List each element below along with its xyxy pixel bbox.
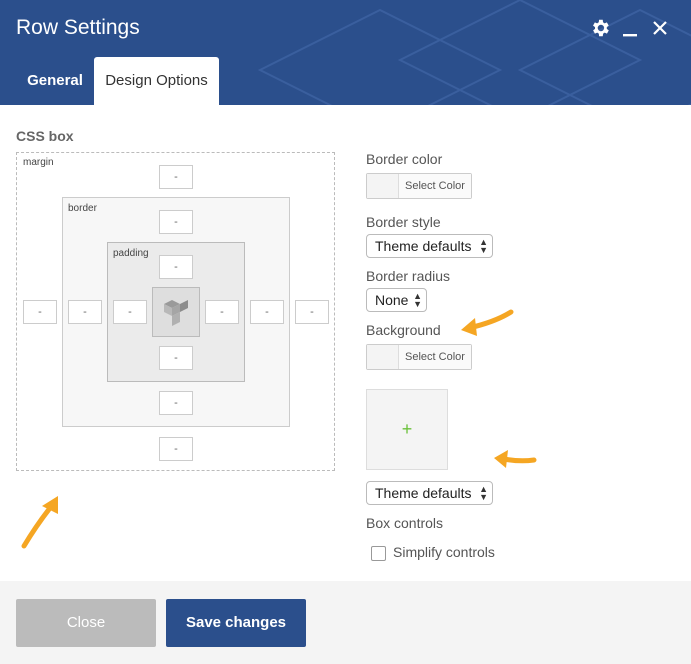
- border-radius-select[interactable]: None ▲ ▼: [366, 288, 427, 312]
- margin-left-input[interactable]: -: [23, 300, 57, 324]
- background-style-value: Theme defaults: [375, 485, 472, 501]
- close-icon[interactable]: [648, 16, 672, 40]
- tab-design-options[interactable]: Design Options: [94, 57, 219, 105]
- save-changes-button[interactable]: Save changes: [166, 599, 306, 647]
- background-style-select[interactable]: Theme defaults ▲ ▼: [366, 481, 493, 505]
- gear-icon[interactable]: [588, 16, 612, 40]
- margin-right-input[interactable]: -: [295, 300, 329, 324]
- border-right-input[interactable]: -: [250, 300, 284, 324]
- padding-bottom-input[interactable]: -: [159, 346, 193, 370]
- select-caret-icon: ▲ ▼: [479, 484, 488, 502]
- tab-general[interactable]: General: [16, 57, 94, 105]
- margin-bottom-input[interactable]: -: [159, 437, 193, 461]
- border-color-button-label: Select Color: [399, 174, 471, 198]
- simplify-controls-label: Simplify controls: [393, 544, 495, 560]
- margin-label: margin: [23, 157, 54, 168]
- padding-top-input[interactable]: -: [159, 255, 193, 279]
- content-box: [152, 287, 200, 337]
- border-radius-value: None: [375, 292, 409, 308]
- border-left-input[interactable]: -: [68, 300, 102, 324]
- background-color-button-label: Select Color: [399, 345, 471, 369]
- border-label: border: [68, 203, 97, 214]
- padding-right-input[interactable]: -: [205, 300, 239, 324]
- modal-title: Row Settings: [16, 16, 140, 39]
- vc-logo-icon: [164, 300, 188, 326]
- padding-left-input[interactable]: -: [113, 300, 147, 324]
- minimize-icon[interactable]: [618, 16, 642, 40]
- annotation-arrow-icon: [494, 450, 537, 468]
- border-top-input[interactable]: -: [159, 210, 193, 234]
- border-style-value: Theme defaults: [375, 238, 472, 254]
- margin-top-input[interactable]: -: [159, 165, 193, 189]
- modal-header: Row Settings General Design Options: [0, 0, 691, 105]
- simplify-controls-checkbox[interactable]: [371, 546, 386, 561]
- background-color-picker[interactable]: Select Color: [366, 344, 472, 370]
- annotation-arrow-icon: [21, 496, 58, 549]
- select-caret-icon: ▲ ▼: [413, 291, 422, 309]
- border-style-select[interactable]: Theme defaults ▲ ▼: [366, 234, 493, 258]
- padding-label: padding: [113, 248, 149, 259]
- background-label: Background: [366, 322, 441, 338]
- border-radius-label: Border radius: [366, 268, 451, 284]
- css-box-title: CSS box: [16, 128, 74, 144]
- background-image-add-button[interactable]: +: [366, 389, 448, 470]
- background-color-swatch: [367, 345, 399, 369]
- select-caret-icon: ▲ ▼: [479, 237, 488, 255]
- border-color-label: Border color: [366, 151, 443, 167]
- box-controls-label: Box controls: [366, 515, 444, 531]
- border-bottom-input[interactable]: -: [159, 391, 193, 415]
- close-button[interactable]: Close: [16, 599, 156, 647]
- annotation-arrow-icon: [461, 309, 514, 336]
- border-style-label: Border style: [366, 214, 441, 230]
- plus-icon: +: [401, 419, 413, 439]
- border-color-picker[interactable]: Select Color: [366, 173, 472, 199]
- border-color-swatch: [367, 174, 399, 198]
